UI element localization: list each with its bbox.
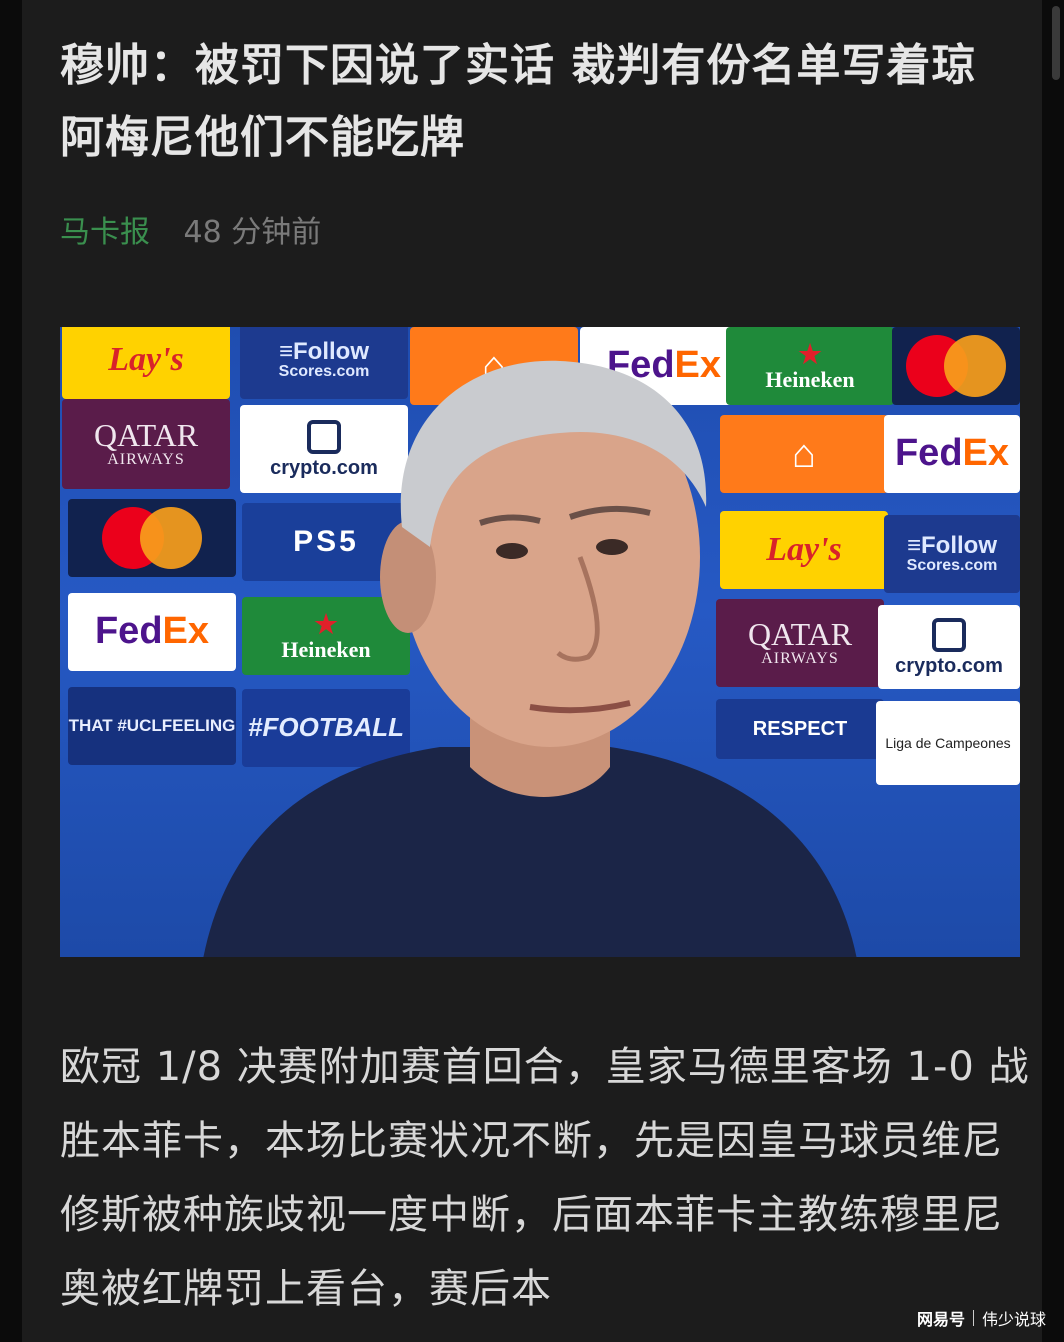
article-photo[interactable]: Lay's ≡Follow Scores.com ⌂ FedEx ★ Heineke… [60, 327, 1020, 957]
source-link[interactable]: 马卡报 [60, 215, 150, 250]
article-meta: 马卡报 48 分钟前 [60, 212, 321, 254]
followscores-logo-2: ≡Follow Scores.com [884, 515, 1020, 593]
watermark-brand: 网易号 [916, 1310, 965, 1329]
article-title: 穆帅：被罚下因说了实话 裁判有份名单写着琼阿梅尼他们不能吃牌 [60, 40, 977, 163]
fedex-logo-2: FedEx [884, 415, 1020, 493]
scrollbar[interactable] [1052, 6, 1060, 80]
article-body: 欧冠 1/8 决赛附加赛首回合，皇家马德里客场 1-0 战胜本菲卡，本场比赛状况… [60, 1044, 1030, 1312]
coach-portrait [203, 360, 857, 957]
watermark-author: 伟少说球 [981, 1310, 1046, 1329]
publish-time: 48 分钟前 [183, 215, 322, 250]
mastercard-logo [892, 327, 1020, 405]
watermark: 网易号 伟少说球 [917, 1306, 1046, 1330]
watermark-divider [972, 1310, 974, 1326]
